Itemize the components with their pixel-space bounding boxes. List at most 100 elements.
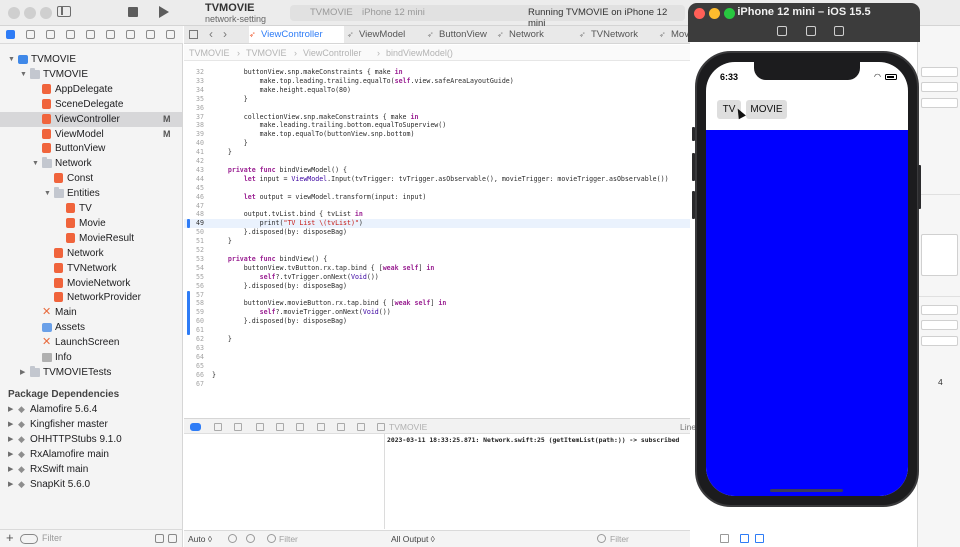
line-number[interactable]: 63 <box>184 344 204 353</box>
disclosure-closed-icon[interactable]: ▶ <box>8 417 13 432</box>
navigator-row[interactable]: TV <box>0 201 182 216</box>
disclosure-open-icon[interactable]: ▼ <box>44 186 51 201</box>
code-line[interactable]: 65 <box>184 362 690 371</box>
line-number[interactable]: 67 <box>184 380 204 389</box>
navigator-filter-input[interactable]: Filter <box>42 533 62 543</box>
stop-icon[interactable] <box>128 7 138 17</box>
breakpoints-toggle-icon[interactable] <box>214 423 222 431</box>
location-icon[interactable] <box>357 423 365 431</box>
code-line[interactable]: 47 <box>184 202 690 211</box>
code-line[interactable]: 48 output.tvList.bind { tvList in <box>184 210 690 219</box>
navigator-row[interactable]: ViewModel M <box>0 127 182 142</box>
jumpbar-symbol[interactable]: bindViewModel() <box>386 48 453 58</box>
find-navigator-icon[interactable] <box>66 30 75 39</box>
inspector-field[interactable] <box>921 320 958 330</box>
inspector-field[interactable] <box>921 305 958 315</box>
line-number[interactable]: 53 <box>184 255 204 264</box>
step-over-icon[interactable] <box>256 423 264 431</box>
debug-area-toggle-icon[interactable] <box>190 423 201 431</box>
change-indicator[interactable] <box>187 290 190 335</box>
step-into-icon[interactable] <box>276 423 284 431</box>
editor-tab[interactable]: TVNetwork <box>579 26 654 43</box>
code-line[interactable]: 57 <box>184 291 690 300</box>
line-number[interactable]: 32 <box>184 68 204 77</box>
line-number[interactable]: 47 <box>184 202 204 211</box>
line-number[interactable]: 62 <box>184 335 204 344</box>
close-window-button[interactable] <box>8 7 20 19</box>
line-number[interactable]: 35 <box>184 95 204 104</box>
line-number[interactable]: 37 <box>184 113 204 122</box>
navigator-row[interactable]: ButtonView <box>0 141 182 156</box>
project-navigator-icon[interactable] <box>6 30 15 39</box>
line-number[interactable]: 66 <box>184 371 204 380</box>
package-row[interactable]: ▶ ◆ RxSwift main <box>0 462 182 477</box>
code-line[interactable]: 44 let input = ViewModel.Input(tvTrigger… <box>184 175 690 184</box>
issue-navigator-icon[interactable] <box>86 30 95 39</box>
editor-tab[interactable]: ButtonView <box>427 26 492 43</box>
navigator-row[interactable]: MovieResult <box>0 231 182 246</box>
line-number[interactable]: 43 <box>184 166 204 175</box>
line-number[interactable]: 41 <box>184 148 204 157</box>
navigator-row[interactable]: ▼ TVMOVIE <box>0 52 182 67</box>
recent-files-icon[interactable] <box>155 534 164 543</box>
disclosure-closed-icon[interactable]: ▶ <box>8 402 13 417</box>
console-view[interactable]: 2023-03-11 18:33:25.871: Network.swift:2… <box>386 434 690 529</box>
editor-tab[interactable]: Network <box>497 26 575 43</box>
code-line[interactable]: 64 <box>184 353 690 362</box>
disclosure-closed-icon[interactable]: ▶ <box>8 462 13 477</box>
screenshot-icon[interactable] <box>806 26 816 36</box>
navigator-row[interactable]: MovieNetwork <box>0 276 182 291</box>
code-line[interactable]: 50 }.disposed(by: disposeBag) <box>184 228 690 237</box>
add-icon[interactable]: + <box>6 530 14 545</box>
zoom-window-button[interactable] <box>40 7 52 19</box>
line-number[interactable]: 33 <box>184 77 204 86</box>
environment-overrides-icon[interactable] <box>337 423 345 431</box>
code-line[interactable]: 62 } <box>184 335 690 344</box>
navigator-row[interactable]: TVNetwork <box>0 261 182 276</box>
variables-filter-input[interactable]: Filter <box>279 534 298 544</box>
info-icon[interactable] <box>246 534 255 543</box>
navigator-row[interactable]: AppDelegate <box>0 82 182 97</box>
code-line[interactable]: 43 private func bindViewModel() { <box>184 166 690 175</box>
run-icon[interactable] <box>159 6 169 18</box>
test-navigator-icon[interactable] <box>106 30 115 39</box>
branch-name[interactable]: network-setting <box>205 14 266 24</box>
jumpbar-group[interactable]: TVMOVIE <box>246 48 287 58</box>
scm-status-filter-icon[interactable] <box>168 534 177 543</box>
variables-view[interactable] <box>184 434 385 529</box>
filter-options-icon[interactable] <box>20 534 38 544</box>
change-indicator[interactable] <box>187 219 190 229</box>
jumpbar-project[interactable]: TVMOVIE <box>189 48 230 58</box>
line-number[interactable]: 56 <box>184 282 204 291</box>
code-line[interactable]: 39 make.top.equalTo(buttonView.snp.botto… <box>184 130 690 139</box>
package-row[interactable]: ▶ ◆ SnapKit 5.6.0 <box>0 477 182 492</box>
disclosure-closed-icon[interactable]: ▶ <box>8 447 13 462</box>
package-row[interactable]: ▶ ◆ Kingfisher master <box>0 417 182 432</box>
disclosure-closed-icon[interactable]: ▶ <box>8 477 13 492</box>
inspector-field[interactable] <box>921 336 958 346</box>
editor-tab[interactable]: Movi <box>659 26 690 43</box>
symbol-navigator-icon[interactable] <box>46 30 55 39</box>
navigator-row[interactable]: Network <box>0 246 182 261</box>
navigator-row[interactable]: ▼ Network <box>0 156 182 171</box>
navigator-row[interactable]: Assets <box>0 320 182 335</box>
editor-tab[interactable]: ViewModel <box>347 26 422 43</box>
line-number[interactable]: 52 <box>184 246 204 255</box>
code-line[interactable]: 52 <box>184 246 690 255</box>
navigator-row[interactable]: Const <box>0 171 182 186</box>
code-line[interactable]: 33 make.top.leading.trailing.equalTo(sel… <box>184 77 690 86</box>
home-indicator[interactable] <box>770 489 843 492</box>
navigator-row[interactable]: ✕ Main <box>0 305 182 320</box>
navigator-row[interactable]: Info <box>0 350 182 365</box>
navigator-row[interactable]: ▶ TVMOVIETests <box>0 365 182 380</box>
line-number[interactable]: 55 <box>184 273 204 282</box>
line-number[interactable]: 34 <box>184 86 204 95</box>
minimize-window-button[interactable] <box>24 7 36 19</box>
line-number[interactable]: 65 <box>184 362 204 371</box>
code-line[interactable]: 41 } <box>184 148 690 157</box>
breakpoint-navigator-icon[interactable] <box>146 30 155 39</box>
disclosure-closed-icon[interactable]: ▶ <box>8 432 13 447</box>
volume-up-button[interactable] <box>692 153 695 181</box>
console-output-selector[interactable]: All Output ◊ <box>391 534 435 544</box>
navigator-row[interactable]: ViewController M <box>0 111 182 127</box>
